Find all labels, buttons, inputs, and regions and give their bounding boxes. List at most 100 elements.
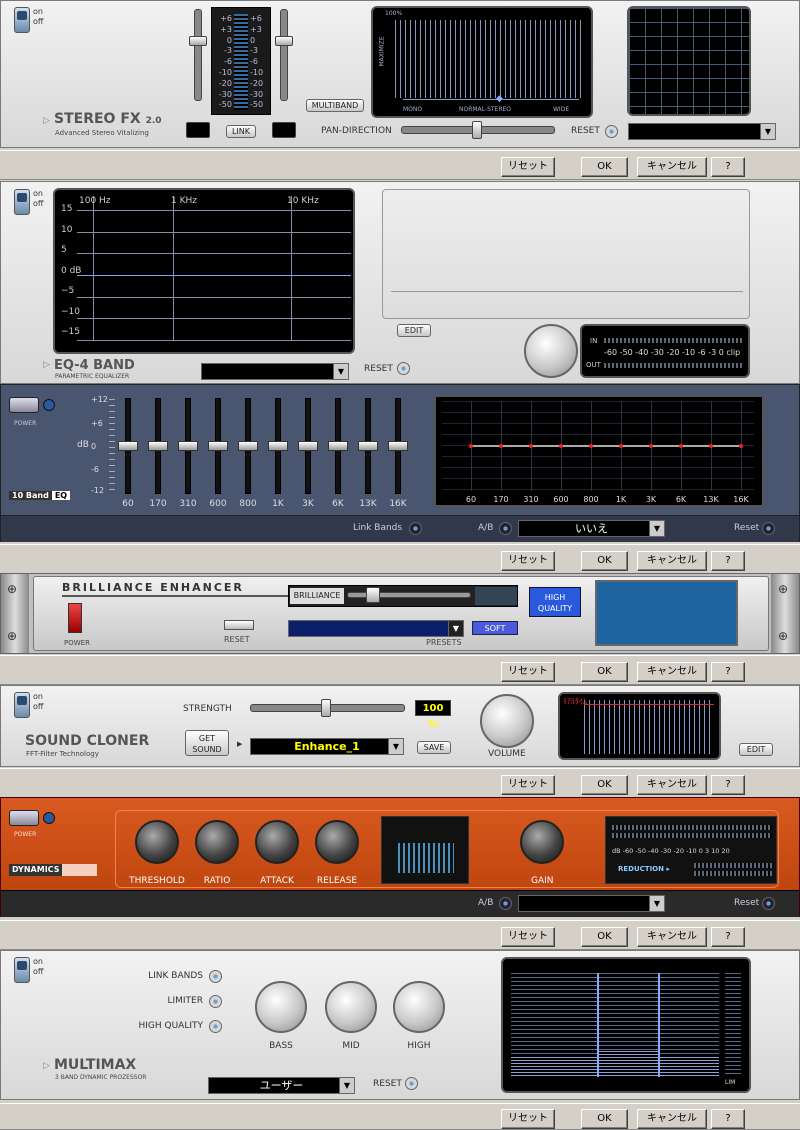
volume-knob[interactable] xyxy=(480,694,534,748)
option-radio[interactable] xyxy=(209,1020,222,1033)
reset-radio[interactable] xyxy=(762,897,775,910)
slider-thumb[interactable] xyxy=(275,36,293,46)
cancel-button[interactable]: キャンセル xyxy=(637,775,707,795)
fader-cap[interactable] xyxy=(118,441,138,451)
eq-fader[interactable] xyxy=(148,398,168,494)
eq-fader[interactable] xyxy=(208,398,228,494)
slider-thumb[interactable] xyxy=(321,699,331,717)
link-bands-radio[interactable] xyxy=(409,522,422,535)
cancel-button[interactable]: キャンセル xyxy=(637,551,707,571)
ok-button[interactable]: OK xyxy=(581,551,628,571)
left-gain-slider[interactable] xyxy=(189,9,207,101)
eq-fader[interactable] xyxy=(118,398,138,494)
option-radio[interactable] xyxy=(209,995,222,1008)
preset-dropdown[interactable]: Enhance_1 ▼ xyxy=(250,738,404,755)
option-radio[interactable] xyxy=(209,970,222,983)
power-switch[interactable] xyxy=(14,189,30,215)
preset-dropdown[interactable]: ▼ xyxy=(201,363,349,380)
reset-button[interactable]: リセット xyxy=(501,775,555,795)
save-button[interactable]: SAVE xyxy=(417,741,451,754)
band-point[interactable] xyxy=(709,444,713,448)
reset-button[interactable] xyxy=(224,620,254,630)
reset-radio[interactable] xyxy=(762,522,775,535)
high-quality-button[interactable]: HIGH QUALITY xyxy=(529,587,581,617)
dynamics-knob[interactable] xyxy=(135,820,179,864)
reset-radio[interactable] xyxy=(405,1077,418,1090)
band-knob[interactable] xyxy=(255,981,307,1033)
ok-button[interactable]: OK xyxy=(581,157,628,177)
dynamics-knob[interactable] xyxy=(255,820,299,864)
reset-button[interactable]: リセット xyxy=(501,662,555,682)
reset-button[interactable]: リセット xyxy=(501,157,555,177)
help-button[interactable]: ? xyxy=(711,927,745,947)
reset-radio[interactable] xyxy=(605,125,618,138)
fader-cap[interactable] xyxy=(298,441,318,451)
eq-fader[interactable] xyxy=(358,398,378,494)
ok-button[interactable]: OK xyxy=(581,927,628,947)
slider-thumb[interactable] xyxy=(472,121,482,139)
ab-radio[interactable] xyxy=(499,897,512,910)
slider-thumb[interactable] xyxy=(189,36,207,46)
band-point[interactable] xyxy=(679,444,683,448)
output-knob[interactable] xyxy=(524,324,578,378)
fader-cap[interactable] xyxy=(208,441,228,451)
slider-thumb[interactable] xyxy=(366,587,380,603)
band-point[interactable] xyxy=(649,444,653,448)
gain-knob[interactable] xyxy=(520,820,564,864)
preset-dropdown[interactable]: ▼ xyxy=(518,895,665,912)
multiband-button[interactable]: MULTIBAND xyxy=(306,99,364,112)
eq-fader[interactable] xyxy=(238,398,258,494)
ab-radio[interactable] xyxy=(499,522,512,535)
cancel-button[interactable]: キャンセル xyxy=(637,157,707,177)
band-point[interactable] xyxy=(619,444,623,448)
fader-cap[interactable] xyxy=(358,441,378,451)
dynamics-knob[interactable] xyxy=(195,820,239,864)
fader-cap[interactable] xyxy=(238,441,258,451)
power-switch[interactable] xyxy=(9,810,39,826)
fader-cap[interactable] xyxy=(148,441,168,451)
right-gain-slider[interactable] xyxy=(275,9,293,101)
help-button[interactable]: ? xyxy=(711,775,745,795)
power-switch[interactable] xyxy=(14,7,30,33)
ok-button[interactable]: OK xyxy=(581,775,628,795)
reset-button[interactable]: リセット xyxy=(501,1109,555,1129)
strength-slider[interactable] xyxy=(250,699,405,717)
preset-dropdown[interactable]: いいえ ▼ xyxy=(518,520,665,537)
band-point[interactable] xyxy=(559,444,563,448)
get-sound-button[interactable]: GET SOUND xyxy=(185,730,229,756)
fader-cap[interactable] xyxy=(388,441,408,451)
power-switch[interactable] xyxy=(14,692,30,718)
dynamics-knob[interactable] xyxy=(315,820,359,864)
band-knob[interactable] xyxy=(325,981,377,1033)
band-point[interactable] xyxy=(589,444,593,448)
edit-button[interactable]: EDIT xyxy=(739,743,773,756)
preset-dropdown[interactable]: ユーザー ▼ xyxy=(208,1077,355,1094)
help-button[interactable]: ? xyxy=(711,1109,745,1129)
cancel-button[interactable]: キャンセル xyxy=(637,927,707,947)
help-button[interactable]: ? xyxy=(711,662,745,682)
power-switch[interactable] xyxy=(14,957,30,983)
band-point[interactable] xyxy=(529,444,533,448)
help-button[interactable]: ? xyxy=(711,551,745,571)
eq-fader[interactable] xyxy=(178,398,198,494)
power-button[interactable] xyxy=(68,603,82,633)
preset-dropdown[interactable]: ▼ xyxy=(628,123,776,140)
help-button[interactable]: ? xyxy=(711,157,745,177)
pan-direction-slider[interactable] xyxy=(401,121,555,139)
reset-button[interactable]: リセット xyxy=(501,551,555,571)
link-button[interactable]: LINK xyxy=(226,125,256,138)
reset-radio[interactable] xyxy=(397,362,410,375)
brilliance-slider[interactable] xyxy=(347,587,471,603)
edit-button[interactable]: EDIT xyxy=(397,324,431,337)
eq-fader[interactable] xyxy=(328,398,348,494)
band-point[interactable] xyxy=(739,444,743,448)
fader-cap[interactable] xyxy=(268,441,288,451)
cancel-button[interactable]: キャンセル xyxy=(637,662,707,682)
cancel-button[interactable]: キャンセル xyxy=(637,1109,707,1129)
band-point[interactable] xyxy=(469,444,473,448)
preset-dropdown[interactable]: ▼ xyxy=(288,620,464,637)
power-switch[interactable] xyxy=(9,397,39,413)
soft-button[interactable]: SOFT xyxy=(472,621,518,635)
ok-button[interactable]: OK xyxy=(581,1109,628,1129)
fader-cap[interactable] xyxy=(328,441,348,451)
